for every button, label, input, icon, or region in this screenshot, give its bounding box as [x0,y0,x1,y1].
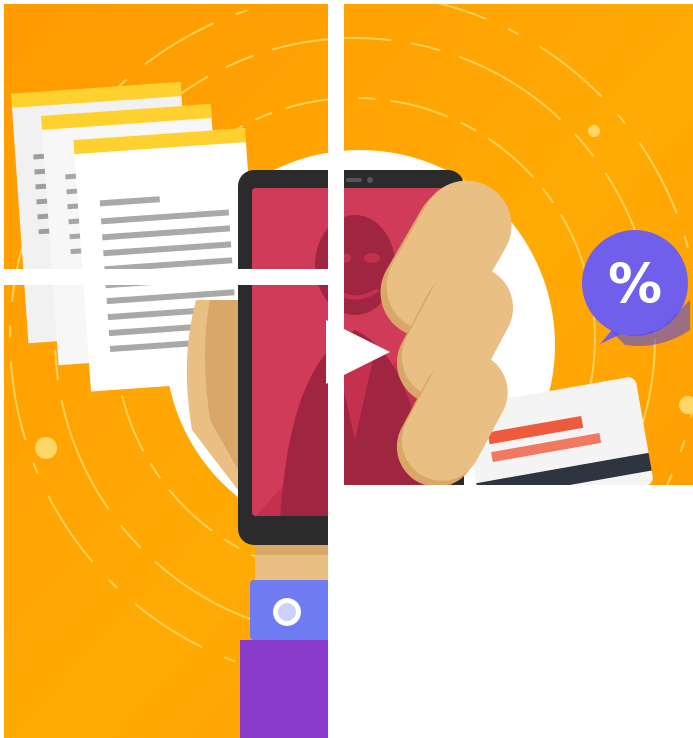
illustration-collage: % [0,0,693,738]
dot-decoration [35,437,57,459]
arm-sleeve [240,545,350,738]
dot-decoration [588,125,600,137]
percent-badge-icon: % [608,252,662,315]
